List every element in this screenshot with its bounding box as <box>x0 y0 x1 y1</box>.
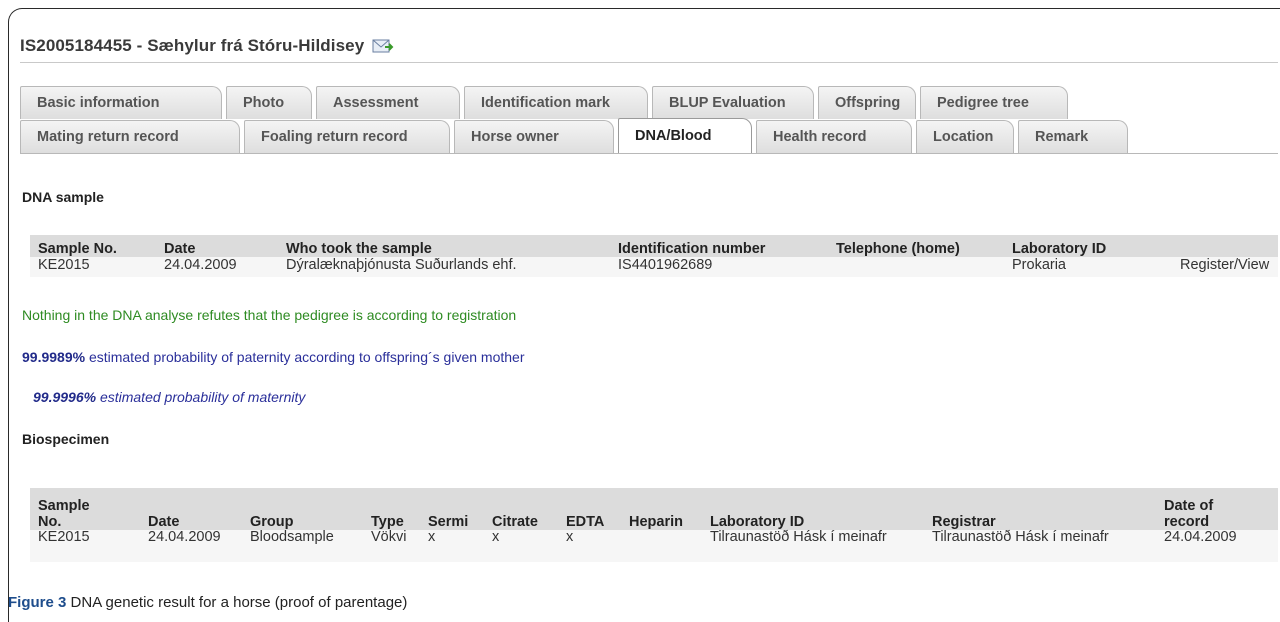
tab-mating-return-record[interactable]: Mating return record <box>20 120 240 153</box>
tab-blup-evaluation[interactable]: BLUP Evaluation <box>652 86 814 119</box>
maternity-text: estimated probability of maternity <box>96 389 306 405</box>
page-title: IS2005184455 - Sæhylur frá Stóru-Hildise… <box>20 36 365 55</box>
col-citrate: Citrate <box>484 488 558 530</box>
col-type: Type <box>363 488 420 530</box>
cell-sermi: x <box>420 530 484 562</box>
col-heparin: Heparin <box>621 488 702 530</box>
col-laboratory-id: Laboratory ID <box>1004 235 1172 257</box>
col-sermi: Sermi <box>420 488 484 530</box>
figure-caption: Figure 3 DNA genetic result for a horse … <box>8 594 407 611</box>
col-date-of-record-line2: record <box>1164 514 1210 530</box>
tab-photo[interactable]: Photo <box>226 86 312 119</box>
col-edta: EDTA <box>558 488 621 530</box>
col-identification-number: Identification number <box>610 235 828 257</box>
col-group: Group <box>242 488 363 530</box>
dna-section-title: DNA sample <box>22 189 104 205</box>
tab-identification-mark[interactable]: Identification mark <box>464 86 648 119</box>
col-date: Date <box>140 488 242 530</box>
cell-type: Vökvi <box>363 530 420 562</box>
cell-who-took-sample: Dýralæknaþjónusta Suðurlands ehf. <box>278 257 610 277</box>
col-action <box>1172 235 1278 257</box>
col-who-took-sample: Who took the sample <box>278 235 610 257</box>
table-row: KE2015 24.04.2009 Dýralæknaþjónusta Suðu… <box>30 257 1278 277</box>
cell-sample-no: KE2015 <box>30 257 156 277</box>
cell-date: 24.04.2009 <box>156 257 278 277</box>
tab-location[interactable]: Location <box>916 120 1014 153</box>
title-divider <box>20 62 1278 63</box>
maternity-value: 99.9996% <box>33 389 97 405</box>
table-header-row: Sample No. Date Group Type Sermi Citrate … <box>30 488 1278 530</box>
cell-heparin <box>621 530 702 562</box>
paternity-value: 99.9989% <box>22 349 86 365</box>
col-date-of-record: Date of record <box>1156 488 1278 530</box>
cell-telephone-home <box>828 257 1004 277</box>
cell-date: 24.04.2009 <box>140 530 242 562</box>
tab-health-record[interactable]: Health record <box>756 120 912 153</box>
tab-basic-information[interactable]: Basic information <box>20 86 222 119</box>
col-date: Date <box>156 235 278 257</box>
table-header-row: Sample No. Date Who took the sample Iden… <box>30 235 1278 257</box>
col-registrar: Registrar <box>924 488 1156 530</box>
tab-foaling-return-record[interactable]: Foaling return record <box>244 120 450 153</box>
cell-sample-no: KE2015 <box>30 530 140 562</box>
tab-dna-blood[interactable]: DNA/Blood <box>618 118 752 153</box>
col-sample-no: Sample No. <box>30 488 140 530</box>
tab-horse-owner[interactable]: Horse owner <box>454 120 614 153</box>
figure-label: Figure 3 <box>8 594 67 611</box>
paternity-text: estimated probability of paternity accor… <box>85 349 525 365</box>
tab-assessment[interactable]: Assessment <box>316 86 460 119</box>
mail-forward-icon[interactable] <box>372 38 394 54</box>
col-date-of-record-line1: Date of <box>1164 498 1214 514</box>
col-laboratory-id: Laboratory ID <box>702 488 924 530</box>
tab-remark[interactable]: Remark <box>1018 120 1128 153</box>
col-telephone-home: Telephone (home) <box>828 235 1004 257</box>
cell-registrar: Tilraunastöð Hásk í meinafr <box>924 530 1156 562</box>
cell-edta: x <box>558 530 621 562</box>
figure-caption-text: DNA genetic result for a horse (proof of… <box>66 594 408 611</box>
col-sample-no: Sample No. <box>30 235 156 257</box>
biospecimen-section-title: Biospecimen <box>22 431 110 447</box>
title-row: IS2005184455 - Sæhylur frá Stóru-Hildise… <box>20 34 394 58</box>
tab-pedigree-tree[interactable]: Pedigree tree <box>920 86 1068 119</box>
biospecimen-table: Sample No. Date Group Type Sermi Citrate … <box>30 488 1278 562</box>
cell-identification-number: IS4401962689 <box>610 257 828 277</box>
col-sample-no-line2: No. <box>38 514 62 530</box>
cell-date-of-record: 24.04.2009 <box>1156 530 1278 562</box>
dna-sample-table: Sample No. Date Who took the sample Iden… <box>30 235 1278 277</box>
cell-laboratory-id: Tilraunastöð Hásk í meinafr <box>702 530 924 562</box>
register-view-link[interactable]: Register/View <box>1172 257 1278 277</box>
tab-row-2: Mating return record Foaling return reco… <box>20 118 1132 153</box>
tab-row-1: Basic information Photo Assessment Ident… <box>20 86 1072 119</box>
table-row: KE2015 24.04.2009 Bloodsample Vökvi x x … <box>30 530 1278 562</box>
cell-group: Bloodsample <box>242 530 363 562</box>
tab-offspring[interactable]: Offspring <box>818 86 916 119</box>
col-sample-no-line1: Sample <box>38 498 90 514</box>
cell-laboratory-id: Prokaria <box>1004 257 1172 277</box>
cell-citrate: x <box>484 530 558 562</box>
maternity-probability: 99.9996% estimated probability of matern… <box>33 389 305 405</box>
tab-strip-line <box>20 153 1278 154</box>
dna-refute-note: Nothing in the DNA analyse refutes that … <box>22 307 517 323</box>
paternity-probability: 99.9989% estimated probability of patern… <box>22 349 524 365</box>
